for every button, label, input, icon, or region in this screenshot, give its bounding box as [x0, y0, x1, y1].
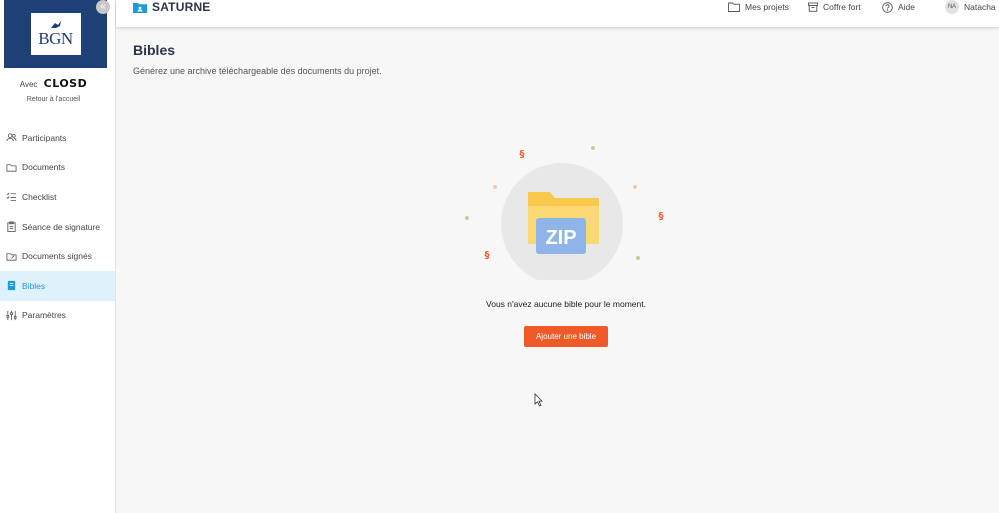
my-projects-label: Mes projets	[745, 2, 789, 12]
avec-label: Avec	[19, 80, 38, 89]
clipboard-icon	[5, 221, 17, 233]
sidebar-item-label: Séance de signature	[22, 221, 100, 232]
svg-text:§: §	[485, 250, 490, 261]
logo-emblem: BGN	[30, 13, 81, 55]
help-label: Aide	[898, 2, 916, 12]
sidebar-item-label: Participants	[22, 132, 67, 143]
add-bible-button[interactable]: Ajouter une bible	[524, 326, 608, 347]
checklist-icon	[5, 191, 17, 203]
closd-logo: CLOSD	[43, 77, 88, 90]
sidebar-item-bibles[interactable]: Bibles	[0, 270, 115, 301]
powered-by: Avec CLOSD	[0, 77, 107, 90]
page-subtitle: Générez une archive téléchargeable des d…	[133, 66, 382, 76]
sidebar-item-documents[interactable]: Documents	[0, 153, 115, 183]
help-link[interactable]: Aide	[882, 0, 915, 14]
archive-icon	[808, 2, 818, 12]
zip-label: ZIP	[545, 227, 576, 249]
sidebar-item-label: Paramètres	[22, 310, 66, 321]
svg-text:§: §	[659, 211, 664, 222]
sidebar: BGN « Avec CLOSD Retour à l'accueil Part…	[0, 0, 116, 513]
project-brand: SATURNE	[133, 0, 211, 14]
folder-icon	[728, 2, 740, 12]
company-logo[interactable]: BGN	[4, 0, 107, 68]
user-menu[interactable]: NA Natacha	[945, 0, 996, 14]
project-folder-icon	[133, 3, 147, 13]
page-title: Bibles	[133, 42, 176, 58]
signed-doc-icon	[5, 250, 17, 262]
vault-link[interactable]: Coffre fort	[808, 0, 861, 14]
vault-label: Coffre fort	[823, 2, 861, 12]
empty-state-illustration: ZIP § § §	[460, 140, 680, 285]
sidebar-item-signed-documents[interactable]: Documents signés	[0, 241, 115, 271]
mouse-cursor-icon	[534, 393, 543, 407]
sidebar-item-checklist[interactable]: Checklist	[0, 182, 115, 212]
sidebar-item-label: Documents	[22, 162, 65, 173]
empty-state-message: Vous n'avez aucune bible pour le moment.	[486, 299, 646, 309]
my-projects-link[interactable]: Mes projets	[728, 0, 789, 14]
sidebar-item-participants[interactable]: Participants	[0, 123, 115, 153]
project-title: SATURNE	[152, 0, 211, 14]
folder-icon	[5, 161, 17, 173]
svg-text:§: §	[520, 149, 525, 160]
sidebar-item-signature-session[interactable]: Séance de signature	[0, 212, 115, 242]
users-icon	[5, 132, 17, 144]
sidebar-item-label: Documents signés	[22, 251, 92, 262]
sidebar-item-settings[interactable]: Paramètres	[0, 301, 115, 331]
logo-text: BGN	[38, 29, 73, 48]
sidebar-nav: Participants Documents Checklist Séance …	[0, 123, 115, 330]
sidebar-item-label: Bibles	[22, 280, 46, 291]
collapse-sidebar-button[interactable]: «	[96, 0, 110, 14]
sidebar-item-label: Checklist	[22, 191, 57, 202]
help-icon	[882, 1, 893, 13]
bible-icon	[5, 280, 17, 292]
sliders-icon	[5, 309, 17, 321]
user-name: Natacha	[964, 2, 996, 12]
back-home-link[interactable]: Retour à l'accueil	[0, 96, 107, 103]
avatar: NA	[945, 0, 959, 14]
top-header: SATURNE Mes projets Coffre fort Aide NA …	[116, 0, 999, 27]
